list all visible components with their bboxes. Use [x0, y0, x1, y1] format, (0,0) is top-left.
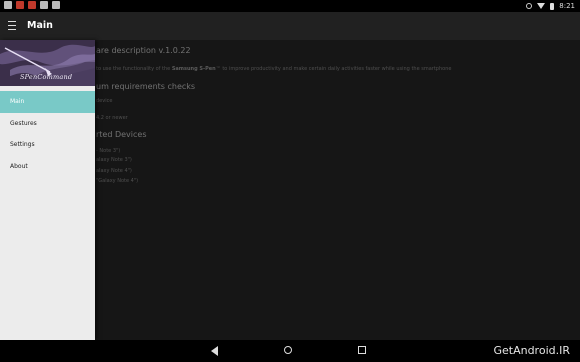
notification-icon — [28, 1, 36, 9]
device-item: - Note 3") — [96, 148, 121, 154]
home-icon[interactable] — [284, 346, 292, 354]
battery-icon — [550, 2, 555, 10]
back-icon[interactable] — [211, 346, 218, 356]
devices-heading: rted Devices — [96, 130, 147, 139]
notification-icons — [4, 1, 60, 9]
system-icons: 8:21 — [526, 0, 575, 12]
recents-icon[interactable] — [358, 346, 366, 354]
requirement-item: 4.2 or newer — [96, 115, 128, 121]
system-nav-bar: GetAndroid.IR — [0, 340, 580, 362]
drawer-header: SPenCommand — [0, 40, 95, 86]
notification-icon — [52, 1, 60, 9]
notification-icon — [4, 1, 12, 9]
wifi-icon — [537, 3, 546, 9]
nav-item-settings[interactable]: Settings — [0, 134, 95, 156]
description-text: to use the functionality of the Samsung … — [96, 66, 452, 72]
requirements-heading: um requirements checks — [96, 82, 196, 91]
nav-item-about[interactable]: About — [0, 156, 95, 178]
app-bar: Main — [0, 12, 580, 40]
nav-item-gestures[interactable]: Gestures — [0, 113, 95, 135]
notification-icon — [16, 1, 24, 9]
device-item: alaxy Note 4") — [96, 168, 132, 174]
device-item: alaxy Note 3") — [96, 157, 132, 163]
status-bar: 8:21 — [0, 0, 580, 12]
navigation-drawer: SPenCommand Main Gestures Settings About — [0, 40, 95, 340]
description-heading: are description v.1.0.22 — [96, 46, 191, 55]
do-not-disturb-icon — [526, 3, 533, 9]
requirement-item: device — [96, 98, 113, 104]
clock: 8:21 — [559, 2, 575, 10]
watermark: GetAndroid.IR — [493, 344, 570, 357]
menu-icon[interactable] — [8, 21, 16, 30]
notification-icon — [40, 1, 48, 9]
device-item: "Galaxy Note 4") — [96, 178, 139, 184]
drawer-nav: Main Gestures Settings About — [0, 91, 95, 177]
page-title: Main — [27, 20, 53, 31]
nav-item-main[interactable]: Main — [0, 91, 95, 113]
brand-logo: SPenCommand — [20, 73, 73, 81]
